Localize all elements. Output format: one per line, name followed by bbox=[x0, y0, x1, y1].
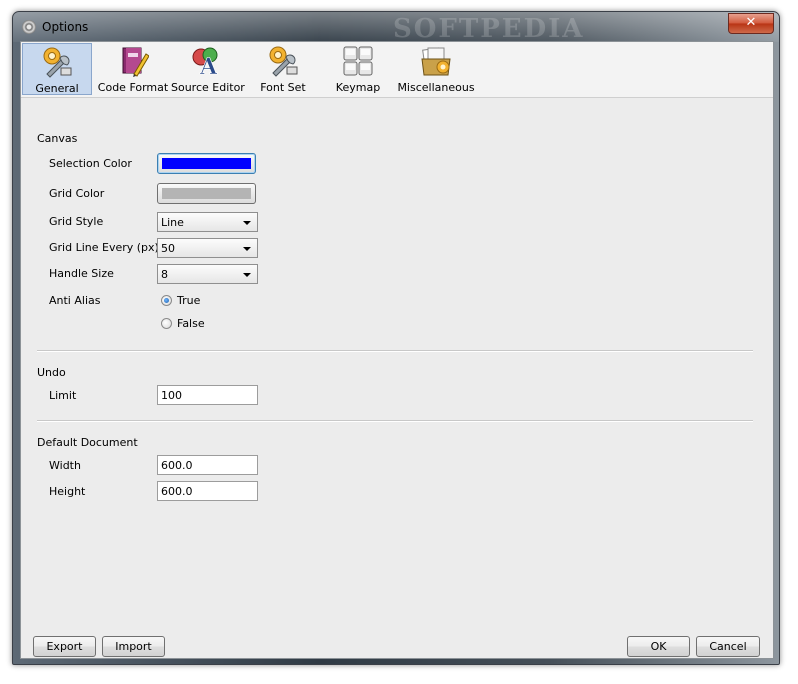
section-divider bbox=[37, 420, 753, 422]
title-bar: Options SOFTPEDIA ✕ bbox=[13, 12, 779, 44]
tab-keymap[interactable]: Keymap bbox=[323, 43, 393, 95]
grid-style-dropdown[interactable]: Line bbox=[157, 212, 258, 232]
tab-label: Code Format bbox=[97, 81, 169, 94]
tab-label: Font Set bbox=[260, 81, 306, 94]
options-panel: General Code Format A Source Editor Font… bbox=[20, 41, 774, 659]
limit-field[interactable]: 100 bbox=[157, 385, 258, 405]
handle-size-value: 8 bbox=[161, 268, 168, 281]
canvas-section-title: Canvas bbox=[37, 132, 78, 145]
chevron-down-icon bbox=[243, 273, 251, 277]
window-title: Options bbox=[42, 20, 89, 34]
height-label: Height bbox=[49, 485, 86, 498]
selection-color-button[interactable] bbox=[157, 153, 256, 174]
grid-color-swatch bbox=[162, 188, 251, 199]
ok-button[interactable]: OK bbox=[627, 636, 690, 657]
tab-font-set[interactable]: Font Set bbox=[248, 43, 318, 95]
tab-miscellaneous[interactable]: Miscellaneous bbox=[395, 43, 477, 95]
height-field[interactable]: 600.0 bbox=[157, 481, 258, 501]
tab-label: Keymap bbox=[335, 81, 381, 94]
width-label: Width bbox=[49, 459, 81, 472]
anti-alias-label: Anti Alias bbox=[49, 294, 101, 307]
options-window: Options SOFTPEDIA ✕ General Code Format … bbox=[12, 11, 780, 665]
anti-alias-true-label[interactable]: True bbox=[177, 294, 200, 307]
book-pencil-icon bbox=[122, 47, 149, 77]
export-button[interactable]: Export bbox=[33, 636, 96, 657]
close-button[interactable]: ✕ bbox=[728, 13, 774, 34]
watermark: SOFTPEDIA bbox=[393, 14, 585, 44]
tab-label: General bbox=[35, 82, 79, 95]
grid-color-label: Grid Color bbox=[49, 187, 105, 200]
grid-line-every-dropdown[interactable]: 50 bbox=[157, 238, 258, 258]
tab-source-editor[interactable]: A Source Editor bbox=[171, 43, 245, 95]
anti-alias-false-radio[interactable] bbox=[161, 318, 172, 329]
handle-size-label: Handle Size bbox=[49, 267, 114, 280]
default-document-section-title: Default Document bbox=[37, 436, 138, 449]
section-divider bbox=[37, 350, 753, 352]
keyboard-icon bbox=[343, 46, 373, 76]
wrench-gear-icon bbox=[269, 46, 298, 77]
grid-style-label: Grid Style bbox=[49, 215, 104, 228]
grid-style-value: Line bbox=[161, 216, 184, 229]
category-toolbar: General Code Format A Source Editor Font… bbox=[21, 42, 773, 98]
svg-text:A: A bbox=[199, 54, 218, 77]
limit-label: Limit bbox=[49, 389, 77, 402]
cancel-button[interactable]: Cancel bbox=[696, 636, 760, 657]
chevron-down-icon bbox=[243, 247, 251, 251]
width-value: 600.0 bbox=[161, 459, 193, 472]
tab-general[interactable]: General bbox=[22, 43, 92, 95]
grid-color-button[interactable] bbox=[157, 183, 256, 204]
chevron-down-icon bbox=[243, 221, 251, 225]
tab-code-format[interactable]: Code Format bbox=[97, 43, 169, 95]
selection-color-label: Selection Color bbox=[49, 157, 132, 170]
app-icon bbox=[22, 20, 36, 34]
anti-alias-true-radio[interactable] bbox=[161, 295, 172, 306]
selection-color-swatch bbox=[162, 158, 251, 169]
grid-line-every-value: 50 bbox=[161, 242, 175, 255]
undo-section-title: Undo bbox=[37, 366, 66, 379]
grid-line-every-label: Grid Line Every (px) bbox=[49, 241, 159, 254]
width-field[interactable]: 600.0 bbox=[157, 455, 258, 475]
limit-value: 100 bbox=[161, 389, 182, 402]
import-button[interactable]: Import bbox=[102, 636, 165, 657]
tab-label: Miscellaneous bbox=[397, 81, 475, 94]
tab-label: Source Editor bbox=[171, 81, 245, 94]
height-value: 600.0 bbox=[161, 485, 193, 498]
wrench-gear-icon bbox=[43, 47, 72, 78]
folder-gear-icon bbox=[421, 47, 451, 76]
font-editor-icon: A bbox=[192, 47, 218, 77]
handle-size-dropdown[interactable]: 8 bbox=[157, 264, 258, 284]
anti-alias-false-label[interactable]: False bbox=[177, 317, 205, 330]
